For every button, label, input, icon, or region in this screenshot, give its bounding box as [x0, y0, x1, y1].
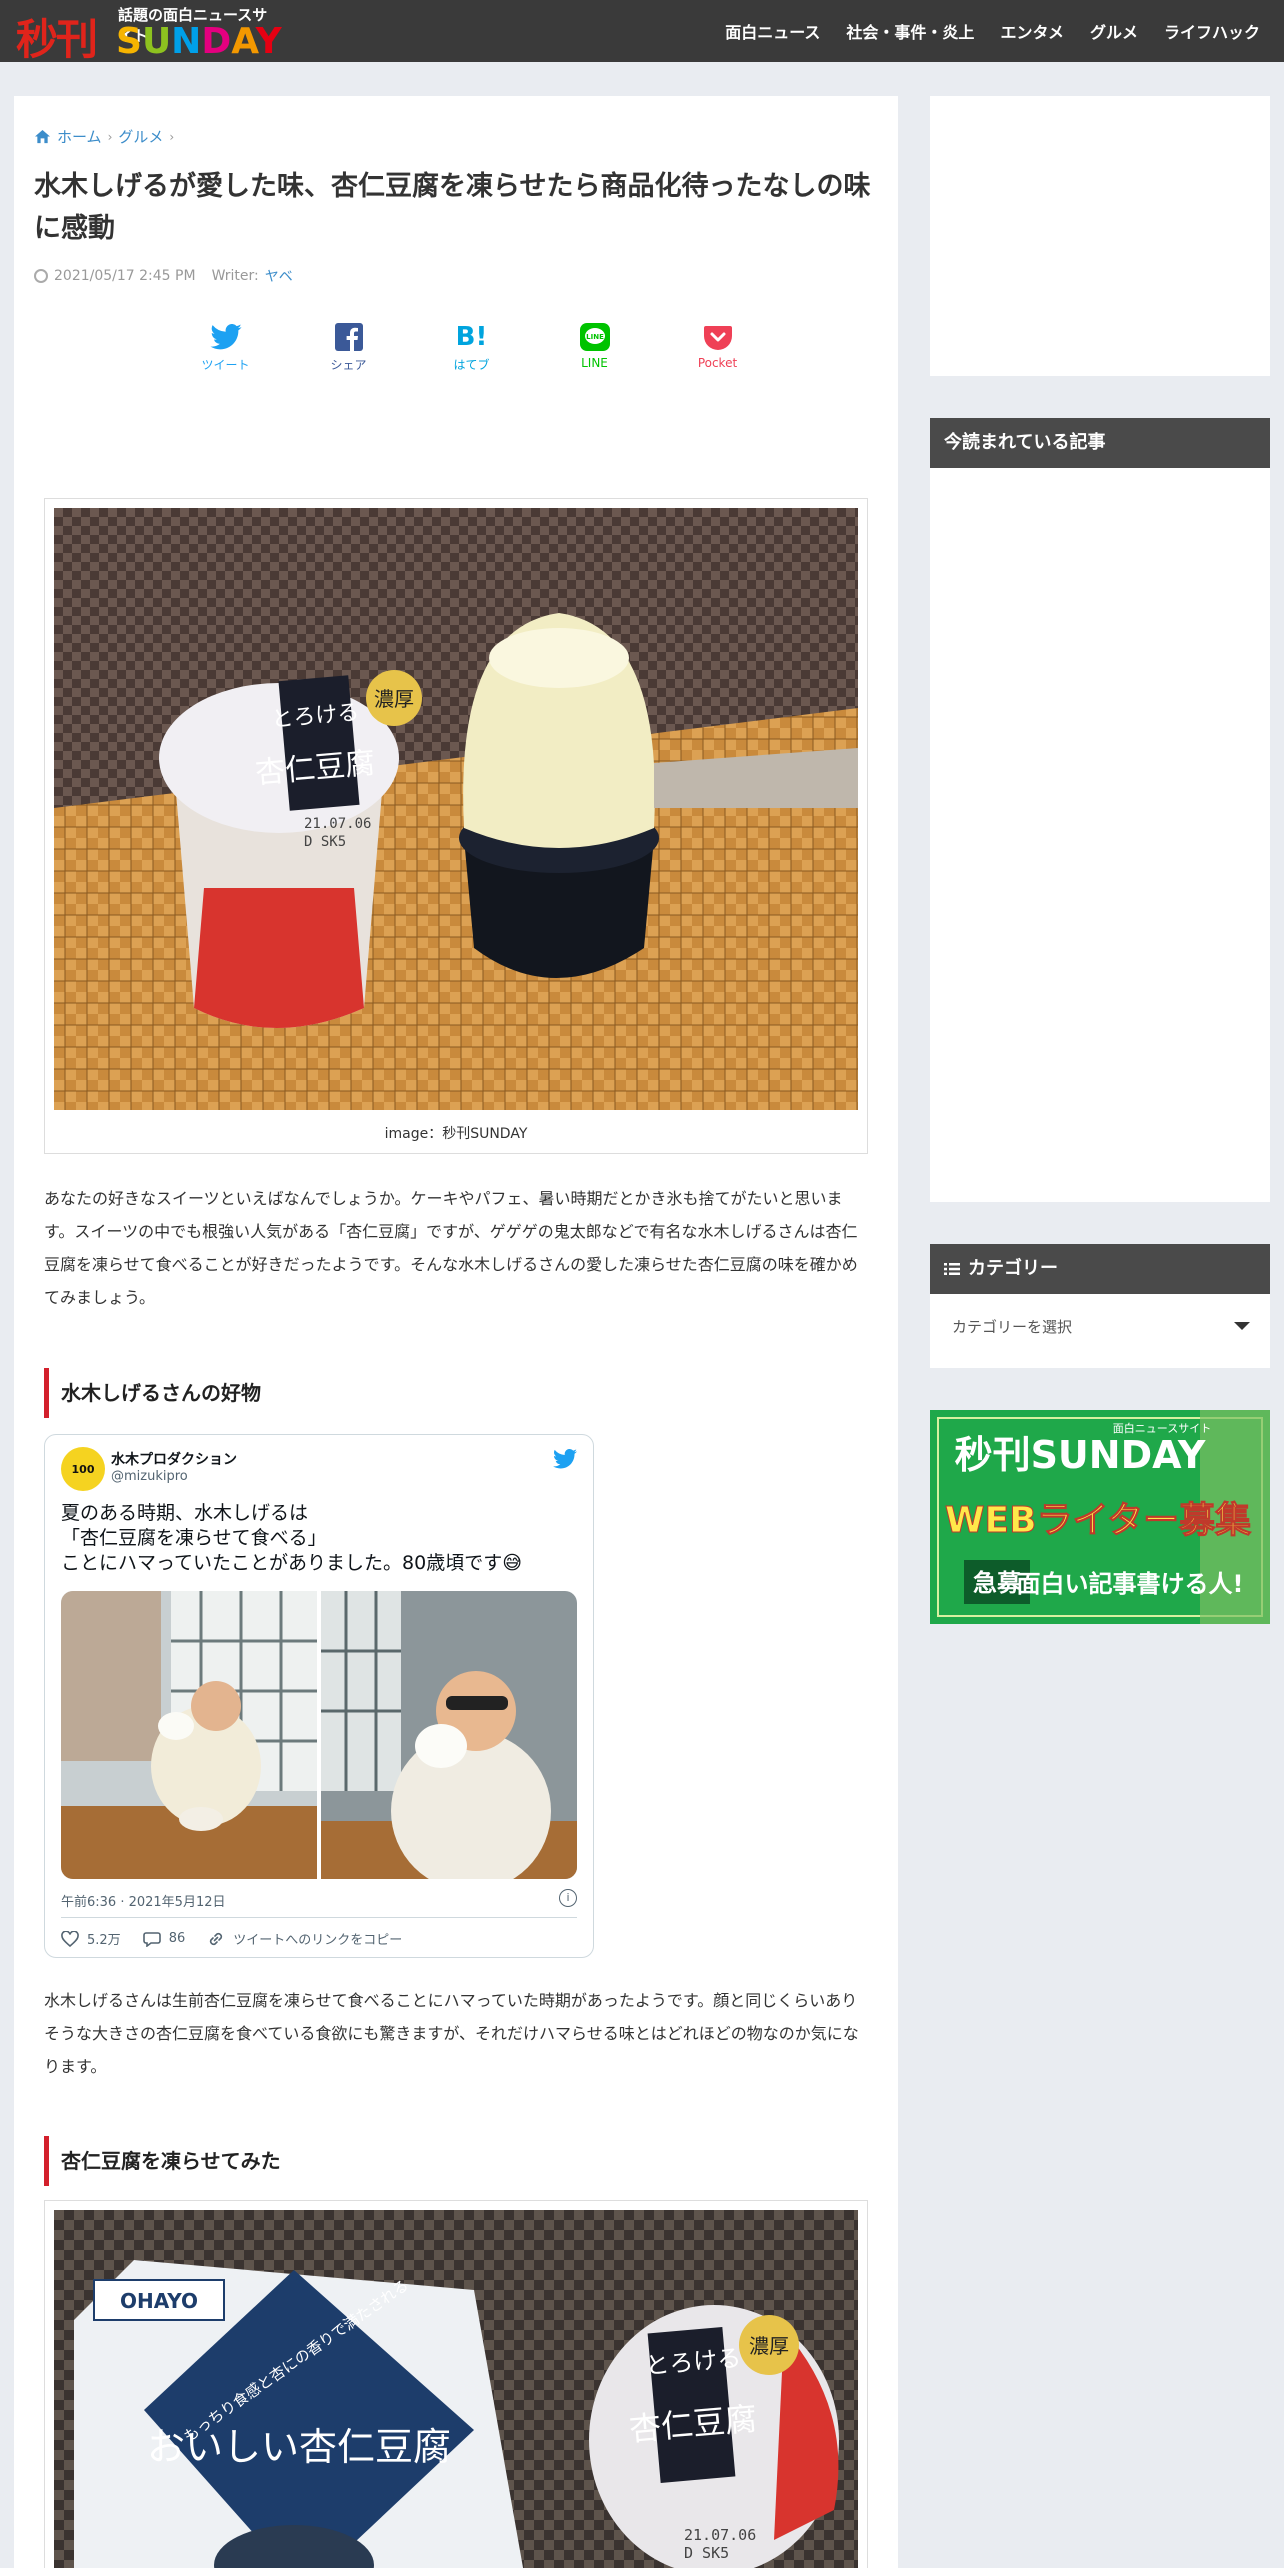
hatena-icon: B!	[455, 322, 488, 352]
reply-icon	[142, 1931, 161, 1947]
article-figure: とろける 杏仁豆腐 濃厚 21.07.06 D SK5 image：秒刊SUND…	[44, 498, 868, 1154]
twitter-icon	[209, 322, 242, 352]
post-date: 2021/05/17 2:45 PM	[54, 268, 196, 284]
nav-item-entame[interactable]: エンタメ	[1000, 19, 1064, 43]
caret-down-icon	[1234, 1322, 1250, 1330]
cup2-date-text: 21.07.06	[684, 2526, 756, 2544]
category-heading: カテゴリー	[968, 1258, 1058, 1279]
reply-count: 86	[168, 1931, 186, 1946]
article-container: ホーム › グルメ › 水木しげるが愛した味、杏仁豆腐を凍らせたら商品化待ったな…	[14, 96, 898, 2568]
nav-item-lifehack[interactable]: ライフハック	[1164, 19, 1260, 43]
share-label: ツイート	[201, 358, 250, 372]
main-nav: 面白ニュース 社会・事件・炎上 エンタメ グルメ ライフハック	[725, 0, 1260, 62]
share-hatena-button[interactable]: B! はてブ	[410, 322, 533, 373]
share-facebook-button[interactable]: シェア	[287, 322, 410, 373]
breadcrumb-category[interactable]: グルメ	[118, 126, 163, 147]
twitter-bird-icon[interactable]	[553, 1449, 577, 1469]
like-button[interactable]: 5.2万	[61, 1929, 121, 1948]
breadcrumb: ホーム › グルメ ›	[34, 126, 174, 147]
nav-item-shakai[interactable]: 社会・事件・炎上	[846, 19, 974, 43]
cup-date-text: 21.07.06	[304, 816, 371, 832]
cup-code-text: D SK5	[304, 834, 346, 850]
chevron-right-icon: ›	[169, 129, 175, 144]
section-heading-favorite: 水木しげるさんの好物	[44, 1368, 868, 1418]
tweet-author-handle[interactable]: @mizukipro	[111, 1469, 188, 1484]
tweet-timestamp[interactable]: 午前6:36 · 2021年5月12日	[61, 1891, 226, 1910]
embedded-tweet[interactable]: 100 水木プロダクション @mizukipro 夏のある時期、水木しげるは 「…	[44, 1434, 594, 1958]
share-label: Pocket	[697, 356, 738, 370]
pocket-icon	[703, 322, 733, 352]
banner-sub: 面白い記事書ける人!	[1017, 1570, 1244, 1598]
tweet-photos[interactable]	[61, 1591, 577, 1879]
site-header: 秒刊 話題の面白ニュースサイト SUNDAY 面白ニュース 社会・事件・炎上 エ…	[0, 0, 1284, 64]
ohayo-brand-text: OHAYO	[120, 2289, 198, 2313]
banner-logo: 秒刊SUNDAY	[955, 1433, 1206, 1477]
share-label: シェア	[330, 358, 367, 372]
list-icon	[944, 1263, 960, 1275]
avatar[interactable]: 100	[61, 1447, 105, 1491]
like-count: 5.2万	[87, 1933, 121, 1948]
article-meta: 2021/05/17 2:45 PM Writer: ヤベ	[34, 266, 293, 286]
writer-link[interactable]: ヤベ	[265, 266, 293, 286]
widget-heading: カテゴリー	[930, 1244, 1270, 1294]
photo-annin-tofu-products: OHAYO もっちり食感と杏にの香りで満たされる おいしい杏仁豆腐 とろける 杏…	[54, 2210, 858, 2568]
category-select-value: カテゴリーを選択	[952, 1317, 1073, 1336]
nav-item-omoshiro[interactable]: 面白ニュース	[725, 19, 820, 43]
writer-label: Writer:	[211, 268, 259, 284]
link-icon	[210, 1932, 223, 1945]
tweet-line: 夏のある時期、水木しげるは	[61, 1502, 309, 1524]
second-paragraph: 水木しげるさんは生前杏仁豆腐を凍らせて食べることにハマっていた時期があったようで…	[44, 1991, 859, 2076]
image-caption: image：秒刊SUNDAY	[384, 1126, 528, 1142]
share-label: はてブ	[453, 358, 490, 372]
banner-urgent: 急募	[973, 1569, 1022, 1597]
article-title: 水木しげるが愛した味、杏仁豆腐を凍らせたら商品化待ったなしの味に感動	[34, 171, 871, 244]
line-icon: LINE	[579, 322, 610, 352]
copy-link-label: ツイートへのリンクをコピー	[233, 1933, 403, 1948]
clock-icon	[34, 269, 48, 283]
site-logo[interactable]: 秒刊 話題の面白ニュースサイト SUNDAY	[16, 4, 282, 64]
cup2-badge-text: 濃厚	[749, 2334, 789, 2358]
home-icon	[35, 129, 50, 144]
tweet-author-name[interactable]: 水木プロダクション	[111, 1449, 237, 1469]
ohayo-product-text: おいしい杏仁豆腐	[147, 2425, 451, 2469]
reply-button[interactable]: 86	[142, 1931, 186, 1947]
sidebar-ad-slot	[930, 96, 1270, 376]
category-widget: カテゴリー カテゴリーを選択	[930, 1244, 1270, 1368]
divider	[61, 1917, 577, 1918]
heart-icon	[61, 1930, 79, 1947]
tweet-line: 「杏仁豆腐を凍らせて食べる」	[61, 1527, 327, 1549]
nav-item-gourmet[interactable]: グルメ	[1090, 19, 1138, 43]
info-icon[interactable]: i	[559, 1889, 577, 1907]
facebook-icon	[334, 322, 363, 352]
copy-link-button[interactable]: ツイートへのリンクをコピー	[207, 1929, 402, 1948]
avatar-text: 100	[71, 1462, 95, 1476]
share-line-button[interactable]: LINE LINE	[533, 322, 656, 373]
tweet-text: 夏のある時期、水木しげるは 「杏仁豆腐を凍らせて食べる」 ことにハマっていたこと…	[61, 1501, 581, 1576]
section-heading-tried: 杏仁豆腐を凍らせてみた	[44, 2136, 868, 2186]
article-figure: OHAYO もっちり食感と杏にの香りで満たされる おいしい杏仁豆腐 とろける 杏…	[44, 2200, 868, 2568]
tweet-photo-left[interactable]	[61, 1591, 318, 1879]
logo-sunday: SUNDAY	[116, 21, 282, 62]
writer-recruit-banner[interactable]: 秒刊SUNDAY 面白ニュースサイト WEBライター募集 急募 面白い記事書ける…	[930, 1410, 1270, 1624]
share-buttons: ツイート シェア B! はてブ LINE LINE Pocket	[164, 322, 779, 373]
banner-headline: WEBライター募集	[945, 1500, 1251, 1541]
tweet-photo-right[interactable]	[320, 1591, 577, 1879]
cup2-code-text: D SK5	[684, 2544, 729, 2562]
tweet-line: ことにハマっていたことがありました。80歳頃です😅	[61, 1552, 523, 1574]
breadcrumb-home[interactable]: ホーム	[57, 126, 102, 147]
logo-kanji: 秒刊	[16, 15, 98, 64]
intro-paragraph: あなたの好きなスイーツといえばなんでしょうか。ケーキやパフェ、暑い時期だとかき氷…	[44, 1189, 858, 1307]
category-select[interactable]: カテゴリーを選択	[930, 1294, 1270, 1358]
banner-tagline: 面白ニュースサイト	[1113, 1421, 1211, 1435]
photo-frozen-annin-tofu: とろける 杏仁豆腐 濃厚 21.07.06 D SK5	[54, 508, 858, 1110]
share-pocket-button[interactable]: Pocket	[656, 322, 779, 373]
cup-badge-text: 濃厚	[374, 687, 414, 711]
chevron-right-icon: ›	[107, 129, 113, 144]
popular-articles-widget: 今読まれている記事	[930, 418, 1270, 1202]
share-twitter-button[interactable]: ツイート	[164, 322, 287, 373]
widget-heading: 今読まれている記事	[930, 418, 1270, 468]
share-label: LINE	[581, 356, 608, 370]
svg-text:LINE: LINE	[586, 333, 604, 341]
tweet-actions: 5.2万 86 ツイートへのリンクをコピー	[61, 1929, 402, 1948]
